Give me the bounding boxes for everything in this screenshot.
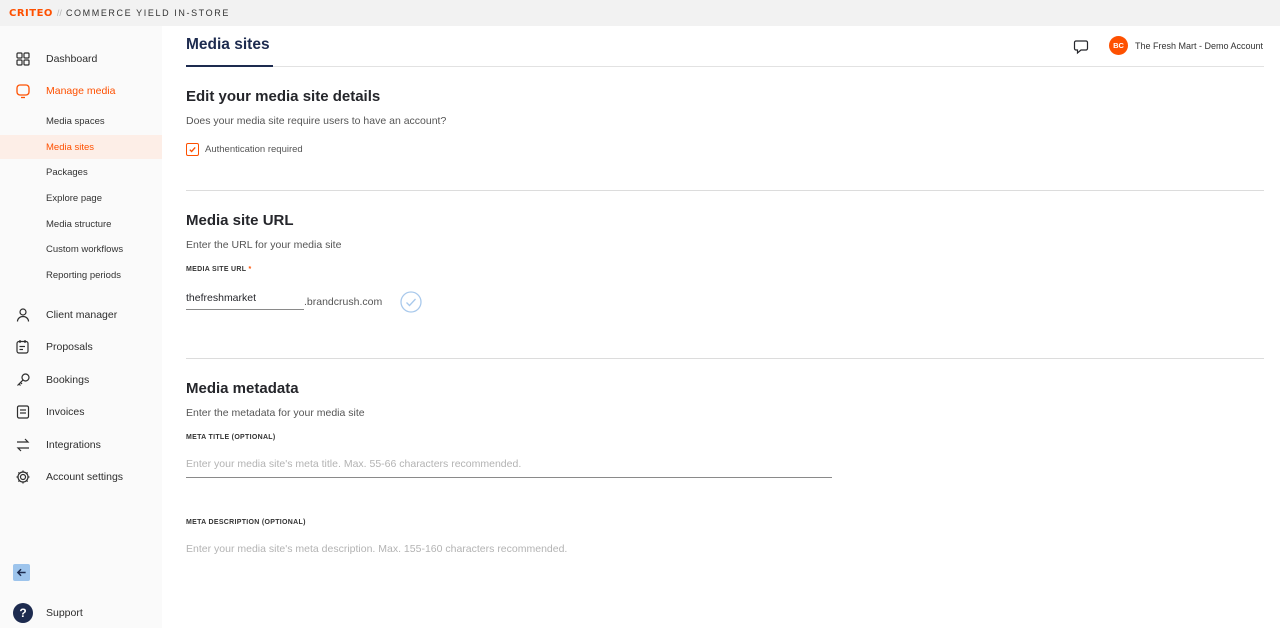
receipt-icon xyxy=(16,405,30,419)
account-name[interactable]: The Fresh Mart - Demo Account xyxy=(1135,41,1263,51)
check-icon xyxy=(189,146,196,153)
sidebar-item-label: Integrations xyxy=(46,439,101,451)
sidebar-subitem-label: Packages xyxy=(46,166,88,178)
metadata-section-title: Media metadata xyxy=(186,380,299,397)
sidebar-subitem-media-structure[interactable]: Media structure xyxy=(0,212,162,236)
support-label: Support xyxy=(46,607,83,619)
sidebar-item-bookings[interactable]: Bookings xyxy=(0,367,162,393)
chat-icon[interactable] xyxy=(1073,39,1089,55)
url-section-subtitle: Enter the URL for your media site xyxy=(186,239,342,251)
section-divider xyxy=(186,190,1264,191)
document-edit-icon xyxy=(16,340,29,354)
sidebar-item-label: Account settings xyxy=(46,471,124,483)
sidebar-item-proposals[interactable]: Proposals xyxy=(0,334,162,360)
page-title: Media sites xyxy=(186,36,270,53)
sidebar-subitem-custom-workflows[interactable]: Custom workflows xyxy=(0,237,162,261)
sidebar-item-label: Bookings xyxy=(46,374,90,386)
media-site-url-label-text: MEDIA SITE URL xyxy=(186,266,247,273)
sidebar: Dashboard Manage media Media spaces Medi… xyxy=(0,26,162,628)
check-circle-icon xyxy=(400,291,422,313)
arrow-left-icon xyxy=(16,568,26,577)
sidebar-subitem-label: Explore page xyxy=(46,192,102,204)
help-icon: ? xyxy=(13,603,33,623)
sidebar-subitem-label: Media structure xyxy=(46,218,112,230)
section-divider xyxy=(186,358,1264,359)
grid-icon xyxy=(16,52,30,66)
required-mark: * xyxy=(248,266,252,273)
sidebar-subitem-label: Reporting periods xyxy=(46,269,121,281)
authentication-required-label[interactable]: Authentication required xyxy=(205,144,303,155)
sidebar-item-account-settings[interactable]: Account settings xyxy=(0,464,162,490)
sidebar-item-client-manager[interactable]: Client manager xyxy=(0,302,162,328)
sidebar-item-label: Dashboard xyxy=(46,53,98,65)
sidebar-subitem-media-sites[interactable]: Media sites xyxy=(0,135,162,159)
details-section-subtitle: Does your media site require users to ha… xyxy=(186,115,447,127)
media-site-url-label: MEDIA SITE URL * xyxy=(186,266,252,273)
sidebar-item-invoices[interactable]: Invoices xyxy=(0,399,162,425)
meta-description-label: META DESCRIPTION (OPTIONAL) xyxy=(186,519,306,526)
sidebar-subitem-label: Media sites xyxy=(46,141,95,153)
meta-title-label: META TITLE (OPTIONAL) xyxy=(186,434,276,441)
support-link[interactable]: ? Support xyxy=(0,602,162,624)
top-bar: CRITEO // COMMERCE YIELD IN-STORE xyxy=(0,0,1280,26)
sidebar-subitem-packages[interactable]: Packages xyxy=(0,160,162,184)
sidebar-item-label: Manage media xyxy=(46,85,116,97)
sidebar-item-label: Invoices xyxy=(46,406,85,418)
sidebar-subitem-explore-page[interactable]: Explore page xyxy=(0,186,162,210)
arrows-swap-icon xyxy=(16,438,30,452)
sidebar-subitem-label: Media spaces xyxy=(46,115,105,127)
sidebar-subitem-media-spaces[interactable]: Media spaces xyxy=(0,109,162,133)
avatar[interactable]: BC xyxy=(1109,36,1128,55)
header-divider xyxy=(186,66,1264,67)
url-domain-suffix: .brandcrush.com xyxy=(304,296,383,308)
media-site-url-input[interactable] xyxy=(186,286,304,310)
authentication-required-checkbox[interactable] xyxy=(186,143,199,156)
sidebar-subitem-label: Custom workflows xyxy=(46,243,124,255)
user-icon xyxy=(16,308,30,322)
sidebar-item-label: Proposals xyxy=(46,341,93,353)
sidebar-item-label: Client manager xyxy=(46,309,118,321)
product-name: COMMERCE YIELD IN-STORE xyxy=(65,8,230,18)
meta-description-input[interactable] xyxy=(186,535,832,563)
active-tab-indicator xyxy=(186,65,273,67)
sidebar-item-manage-media[interactable]: Manage media xyxy=(0,78,162,104)
details-section-title: Edit your media site details xyxy=(186,88,381,105)
sidebar-item-integrations[interactable]: Integrations xyxy=(0,432,162,458)
metadata-section-subtitle: Enter the metadata for your media site xyxy=(186,407,365,419)
monitor-icon xyxy=(16,84,30,99)
collapse-sidebar-button[interactable] xyxy=(13,564,30,581)
key-icon xyxy=(17,373,30,386)
sidebar-item-dashboard[interactable]: Dashboard xyxy=(0,46,162,72)
url-section-title: Media site URL xyxy=(186,212,294,229)
meta-title-input[interactable] xyxy=(186,450,832,478)
sidebar-subitem-reporting-periods[interactable]: Reporting periods xyxy=(0,263,162,287)
gear-icon xyxy=(16,470,30,484)
logo-separator: // xyxy=(56,8,62,18)
criteo-logo[interactable]: CRITEO xyxy=(9,8,53,19)
